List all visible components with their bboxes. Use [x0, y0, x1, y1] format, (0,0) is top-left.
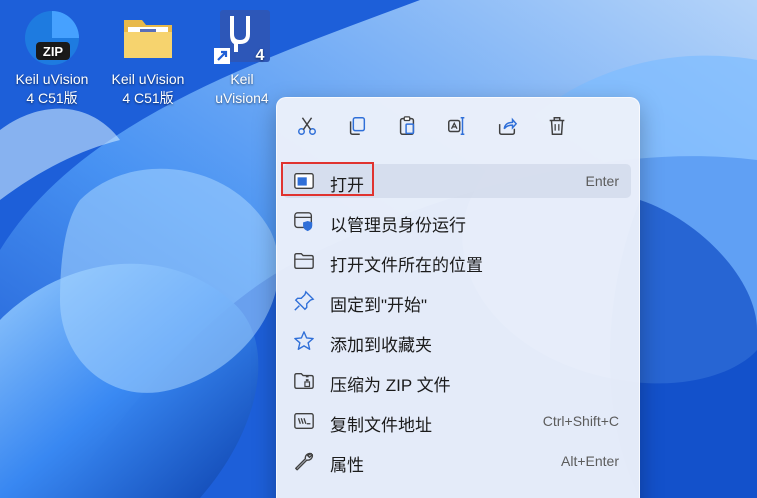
menu-item-add-to-favorites[interactable]: 添加到收藏夹 — [283, 324, 631, 358]
zip-folder-icon — [293, 370, 315, 392]
menu-item-copy-path[interactable]: 复制文件地址 Ctrl+Shift+C — [283, 404, 631, 438]
desktop-icon-keil-zip[interactable]: ZIP Keil uVision 4 C51版 — [10, 8, 94, 108]
quick-action-bar — [287, 110, 587, 142]
desktop-icon-label: Keil uVision4 — [215, 71, 269, 106]
rename-icon — [448, 117, 465, 135]
zip-archive-icon: ZIP — [22, 8, 82, 68]
menu-item-label: 固定到"开始" — [330, 296, 428, 315]
menu-item-properties[interactable]: 属性 Alt+Enter — [283, 444, 631, 478]
folder-icon — [293, 250, 315, 272]
pin-icon — [293, 290, 315, 312]
menu-item-shortcut: Ctrl+Shift+C — [542, 413, 619, 429]
paste-button[interactable] — [391, 110, 423, 142]
svg-text:4: 4 — [256, 47, 265, 64]
admin-shield-icon — [293, 210, 315, 232]
desktop-icon-label: Keil uVision 4 C51版 — [111, 71, 185, 106]
menu-item-shortcut: Enter — [585, 173, 619, 189]
menu-item-label: 属性 — [330, 456, 364, 475]
wrench-icon — [293, 450, 315, 472]
rename-button[interactable] — [441, 110, 473, 142]
menu-item-shortcut: Alt+Enter — [561, 453, 619, 469]
menu-item-label: 以管理员身份运行 — [330, 216, 466, 235]
highlight-box — [281, 162, 374, 196]
menu-item-compress-zip[interactable]: 压缩为 ZIP 文件 — [283, 364, 631, 398]
share-button[interactable] — [491, 110, 523, 142]
svg-text:ZIP: ZIP — [43, 44, 64, 59]
copy-icon — [349, 117, 366, 135]
trash-icon — [549, 117, 565, 135]
path-icon — [293, 410, 315, 432]
desktop-icon-label: Keil uVision 4 C51版 — [15, 71, 89, 106]
menu-item-run-as-admin[interactable]: 以管理员身份运行 — [283, 204, 631, 238]
menu-item-label: 打开文件所在的位置 — [330, 256, 483, 275]
menu-item-label: 复制文件地址 — [330, 416, 432, 435]
menu-item-label: 添加到收藏夹 — [330, 336, 432, 355]
scissors-icon — [298, 117, 316, 135]
share-icon — [498, 117, 518, 135]
context-menu: 打开 Enter 以管理员身份运行 打开文件所在的位置 固定到"开始" 添加到收… — [276, 97, 640, 498]
desktop[interactable]: ZIP Keil uVision 4 C51版 Keil uVision 4 C… — [0, 0, 757, 498]
keil-uvision-icon: 4 — [212, 8, 272, 68]
menu-item-open-file-location[interactable]: 打开文件所在的位置 — [283, 244, 631, 278]
menu-item-label: 压缩为 ZIP 文件 — [330, 376, 451, 395]
desktop-icon-keil-folder[interactable]: Keil uVision 4 C51版 — [106, 8, 190, 108]
menu-item-pin-to-start[interactable]: 固定到"开始" — [283, 284, 631, 318]
folder-icon — [118, 8, 178, 68]
delete-button[interactable] — [541, 110, 573, 142]
star-icon — [293, 330, 315, 352]
desktop-icon-keil-uvision4[interactable]: 4 Keil uVision4 — [200, 8, 284, 108]
cut-button[interactable] — [291, 110, 323, 142]
copy-button[interactable] — [341, 110, 373, 142]
clipboard-icon — [399, 116, 415, 135]
